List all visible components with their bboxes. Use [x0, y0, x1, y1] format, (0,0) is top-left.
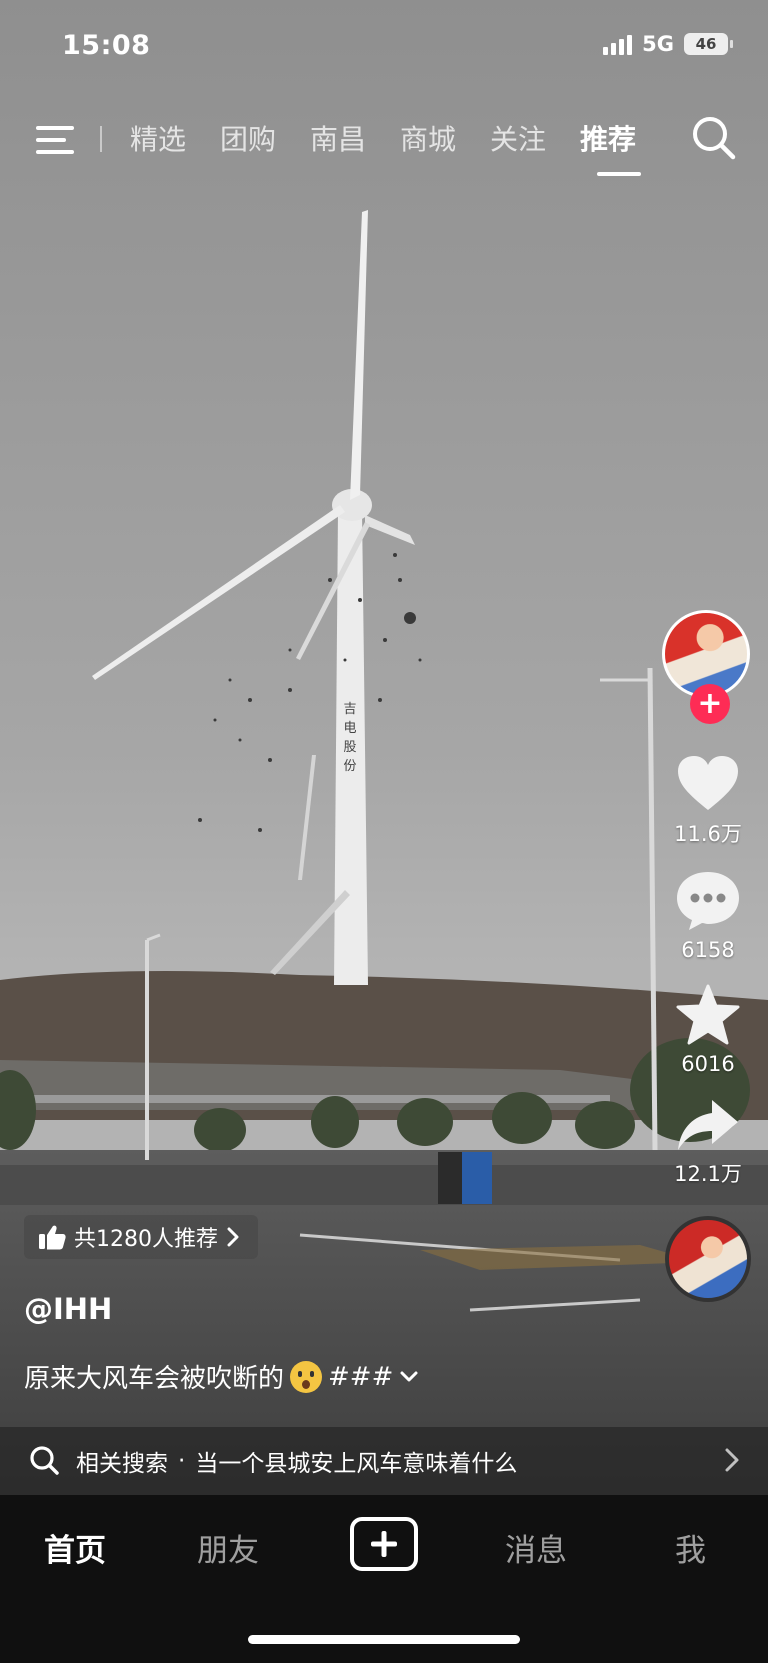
recommend-pill[interactable]: 共1280人推荐: [24, 1215, 258, 1259]
video-caption[interactable]: 原来大风车会被吹断的 ###: [24, 1358, 419, 1395]
feed-tabs: 精选 团购 南昌 商城 关注 推荐: [130, 118, 670, 158]
menu-icon[interactable]: [34, 120, 76, 160]
search-small-icon: [30, 1446, 59, 1475]
related-search-query: 当一个县城安上风车意味着什么: [195, 1451, 518, 1477]
battery-level: 46: [695, 35, 717, 53]
clock: 15:08: [62, 30, 151, 61]
astonished-emoji-icon: [290, 1360, 323, 1393]
comment-count: 6158: [681, 938, 735, 962]
thumbs-up-icon: [39, 1225, 66, 1250]
related-search-bar[interactable]: 相关搜索 · 当一个县城安上风车意味着什么: [0, 1427, 768, 1495]
share-arrow-icon: [677, 1100, 738, 1150]
tab-group-buy[interactable]: 团购: [220, 118, 310, 158]
status-bar: 15:08 5G 46: [0, 0, 768, 90]
signal-icon: [603, 33, 633, 55]
home-indicator: [248, 1635, 520, 1644]
plus-icon: [371, 1531, 397, 1557]
heart-icon: [677, 756, 738, 810]
music-disc-icon[interactable]: [665, 1216, 751, 1302]
bottom-tab-bar: 首页 朋友 消息 我: [0, 1495, 768, 1663]
related-search-separator: ·: [178, 1448, 186, 1474]
recommend-count-text: 共1280人推荐: [74, 1227, 218, 1252]
battery-icon: 46: [684, 33, 733, 55]
live-marker-icon: [100, 126, 102, 152]
caption-hashtags: ###: [328, 1361, 394, 1392]
tab-featured[interactable]: 精选: [130, 118, 220, 158]
comment-icon: [677, 872, 739, 930]
caption-text: 原来大风车会被吹断的: [24, 1364, 285, 1394]
like-button[interactable]: 11.6万: [674, 754, 742, 848]
author-avatar-block: +: [662, 610, 754, 724]
tab-following[interactable]: 关注: [490, 118, 580, 158]
chevron-right-icon: [725, 1448, 739, 1472]
tab-local-city[interactable]: 南昌: [310, 118, 400, 158]
top-navigation: 精选 团购 南昌 商城 关注 推荐: [0, 110, 768, 180]
star-icon: [676, 984, 740, 1045]
tab-me[interactable]: 我: [675, 1525, 706, 1570]
like-count: 11.6万: [674, 822, 742, 846]
chevron-right-icon: [227, 1227, 239, 1247]
follow-button[interactable]: +: [690, 684, 730, 724]
search-icon[interactable]: [690, 114, 738, 162]
tab-messages[interactable]: 消息: [505, 1525, 567, 1570]
tab-recommend[interactable]: 推荐: [580, 118, 670, 158]
status-indicators: 5G 46: [603, 32, 733, 56]
network-type: 5G: [642, 32, 674, 56]
tab-friends[interactable]: 朋友: [197, 1525, 259, 1570]
create-button[interactable]: [350, 1517, 418, 1571]
video-frame[interactable]: [0, 0, 768, 1663]
share-button[interactable]: 12.1万: [674, 1098, 742, 1188]
favorite-count: 6016: [681, 1052, 735, 1076]
active-tab-indicator: [597, 172, 641, 176]
expand-caption-icon[interactable]: [399, 1370, 419, 1384]
comment-button[interactable]: 6158: [675, 870, 741, 962]
turbine-logo-text: 吉电股份: [343, 702, 357, 774]
share-count: 12.1万: [674, 1162, 742, 1186]
favorite-button[interactable]: 6016: [676, 984, 740, 1076]
action-rail: + 11.6万 6158 6016 12.1万: [658, 610, 758, 1302]
related-search-label: 相关搜索: [76, 1451, 168, 1477]
tab-home[interactable]: 首页: [44, 1525, 106, 1570]
tab-mall[interactable]: 商城: [400, 118, 490, 158]
author-handle[interactable]: @IHH: [24, 1292, 112, 1326]
